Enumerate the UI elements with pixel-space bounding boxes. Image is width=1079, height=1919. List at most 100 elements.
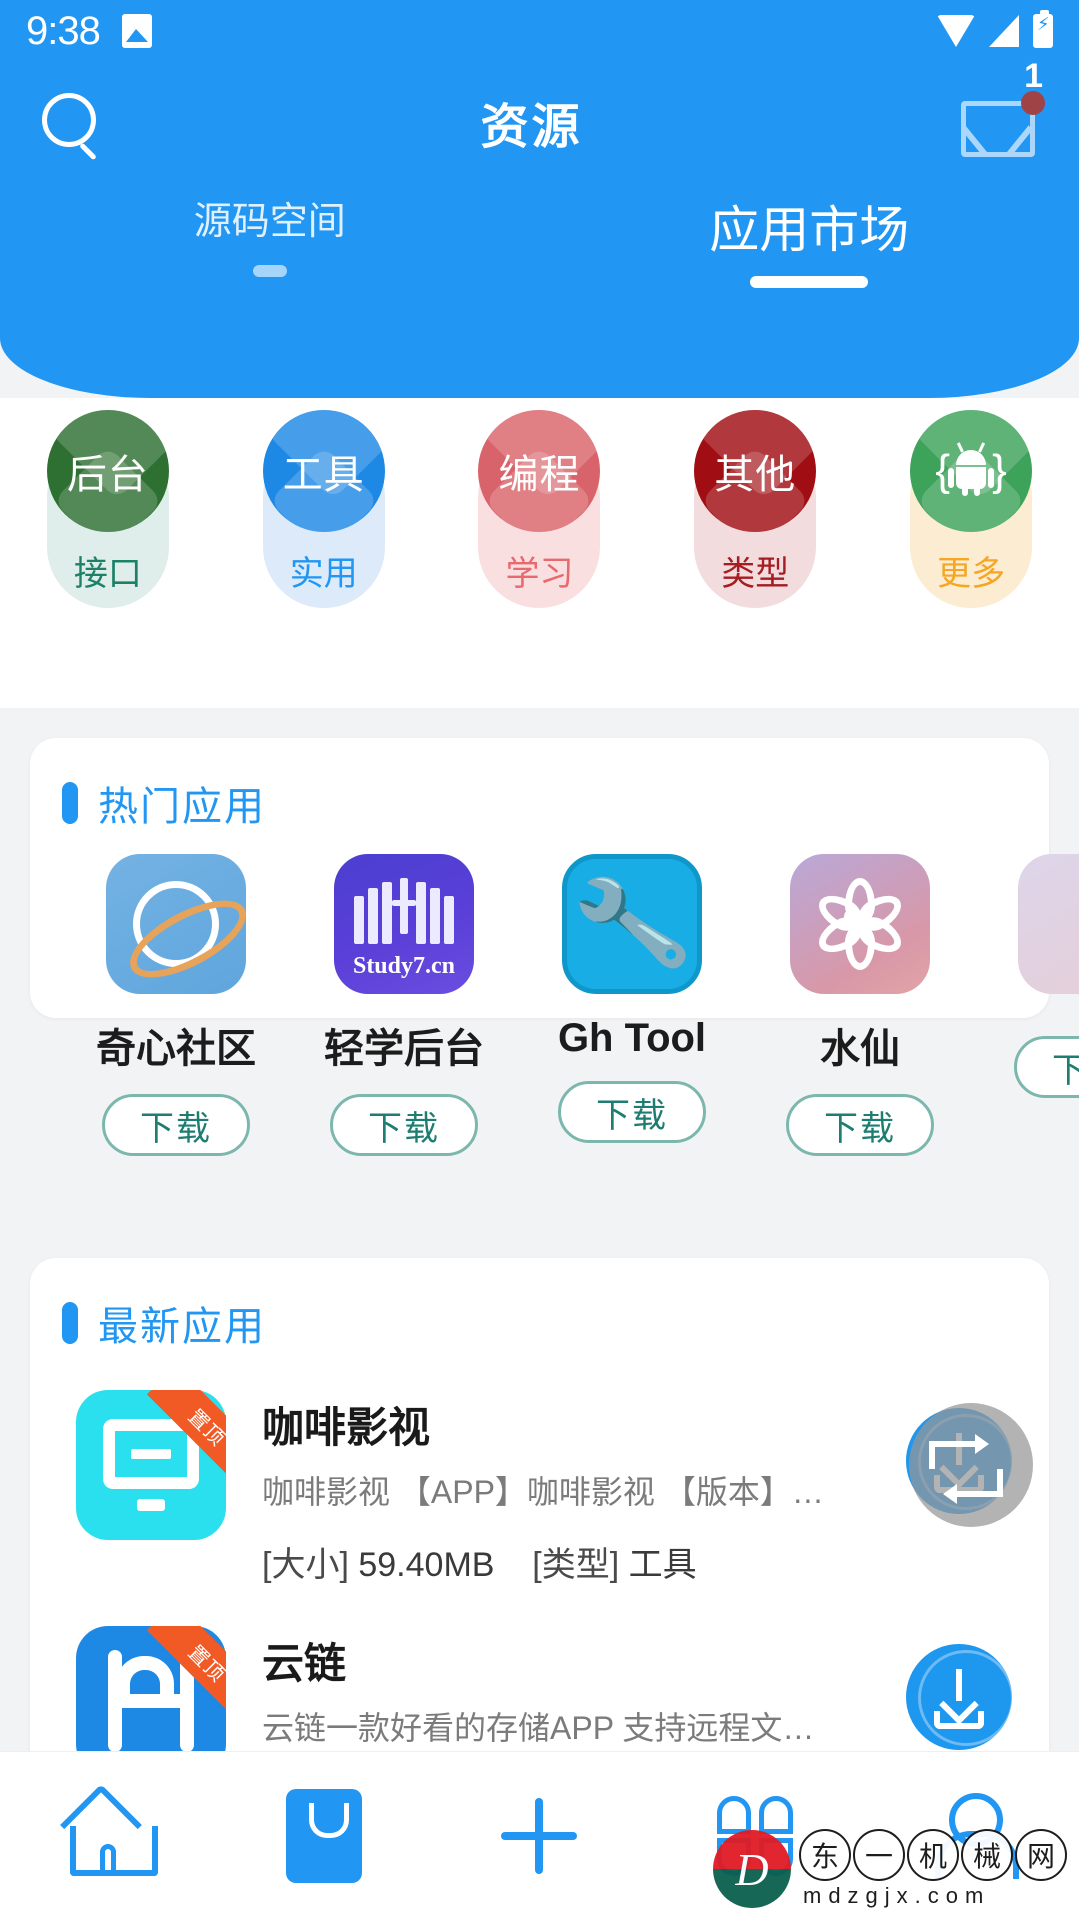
type-value: 工具 [628,1546,697,1584]
book-icon: Study7.cn [334,854,474,994]
download-button[interactable]: 下载 [102,1094,250,1156]
section-marker [62,782,78,824]
hot-apps-row[interactable]: 奇心社区 下载 Study7.cn 轻学后台 下载 🔧 Gh Tool 下载 水… [30,832,1079,1156]
wrench-glyph: 🔧 [568,865,696,983]
android-glyph: { } [935,446,1007,496]
wrench-icon: 🔧 [562,854,702,994]
download-button[interactable]: 下载 [330,1094,478,1156]
tab-indicator-inactive [252,265,287,277]
app-name: 云链 [262,1640,347,1687]
category-label: 实用 [289,555,358,593]
partial-icon [1018,854,1079,994]
orbit-icon [106,854,246,994]
monitor-glyph [103,1419,199,1511]
category-label: 接口 [73,555,142,593]
new-apps-header: 最新应用 [30,1258,1049,1352]
android-icon: { } [910,410,1033,532]
watermark-logo [713,1830,791,1908]
flower-icon [790,854,930,994]
category-label: 学习 [505,555,574,593]
watermark-char: 一 [853,1829,905,1881]
category-badge-tools: 工具 [262,410,385,532]
tab-source-space[interactable]: 源码空间 [0,190,540,277]
download-icon[interactable] [906,1408,1014,1514]
new-apps-title: 最新应用 [98,1305,266,1349]
hot-app-item[interactable]: 奇心社区 下载 [84,854,268,1156]
tab-app-market-label: 应用市场 [709,202,910,258]
status-time: 9:38 [26,8,101,53]
status-bar-left: 9:38 [26,9,152,54]
hot-app-name: 奇心社区 [96,1027,256,1071]
hot-app-item[interactable]: 水仙 下载 [768,854,952,1156]
hot-app-name: 水仙 [820,1027,900,1071]
shopping-bag-icon [285,1788,362,1883]
hot-app-item[interactable]: Study7.cn 轻学后台 下载 [312,854,496,1156]
app-screen: 9:38 资源 1 源码空间 应用市场 [0,0,1079,1919]
blue-header: 9:38 资源 1 源码空间 应用市场 [0,0,1079,398]
download-arrow-glyph [930,1431,988,1493]
hot-app-item-partial[interactable]: 下载 [996,854,1079,1156]
page-title: 资源 [480,101,583,154]
wifi-icon [937,15,975,47]
plus-icon [501,1797,578,1874]
watermark-char: 机 [907,1829,959,1881]
list-item-body: 咖啡影视 咖啡影视 【APP】咖啡影视 【版本】V1.... [大小] 59.4… [226,1390,899,1586]
download-button[interactable]: 下载 [786,1094,934,1156]
tab-indicator-active [750,276,869,288]
category-badge-programming: 编程 [478,410,601,532]
category-badge-text: 工具 [282,453,365,497]
home-icon [66,1796,158,1876]
section-marker [62,1302,78,1344]
download-arrow-glyph [930,1667,988,1729]
app-meta: [大小] 59.40MB [类型] 工具 [262,1537,899,1586]
image-icon [121,14,152,48]
download-button[interactable]: 下载 [1014,1036,1079,1098]
mail-button[interactable]: 1 [960,57,1045,161]
nav-item-home[interactable] [38,1781,178,1891]
hot-apps-header: 热门应用 [30,738,1049,832]
watermark-text: 东 一 机 械 网 mdzgjx.com [799,1829,1067,1909]
category-item-more[interactable]: { } 更多 [910,410,1033,610]
size-key: [大小] [262,1546,349,1584]
category-item-study[interactable]: 编程 学习 [478,410,601,610]
category-label: 更多 [937,555,1006,593]
category-badge-text: 编程 [498,453,581,497]
app-icon-wrap: 置顶 [76,1390,226,1540]
nav-bar: 资源 1 [0,57,1079,182]
hot-app-item[interactable]: 🔧 Gh Tool 下载 [540,854,724,1156]
type-key: [类型] [532,1546,620,1584]
category-item-interface[interactable]: 后台 接口 [46,410,169,610]
app-description: 云链一款好看的存储APP 支持远程文档，… [262,1710,832,1746]
orbit-ring [133,881,219,967]
watermark-char: 东 [799,1829,851,1881]
list-item-action[interactable] [899,1626,1019,1750]
list-item-action[interactable] [899,1390,1019,1514]
watermark-char: 网 [1015,1829,1067,1881]
watermark-chars: 东 一 机 械 网 [799,1829,1067,1881]
list-item[interactable]: 置顶 咖啡影视 咖啡影视 【APP】咖啡影视 【版本】V1.... [大小] 5… [30,1370,1049,1606]
tab-app-market[interactable]: 应用市场 [540,190,1079,288]
nav-item-store[interactable] [254,1781,394,1891]
hot-apps-card: 热门应用 奇心社区 下载 Study7.cn 轻学后台 下载 🔧 Gh Tool… [30,738,1079,1156]
category-item-practical[interactable]: 工具 实用 [262,410,385,610]
android-robot-icon [948,450,995,496]
tab-source-space-label: 源码空间 [193,201,346,243]
chain-glyph [108,1650,194,1752]
category-badge-backend: 后台 [46,410,169,532]
battery-charging-icon [1033,10,1053,48]
category-item-type[interactable]: 其他 类型 [694,410,817,610]
hot-app-name: 轻学后台 [324,1027,484,1071]
search-icon[interactable] [40,91,102,153]
app-name: 咖啡影视 [262,1404,431,1451]
header-tabs: 源码空间 应用市场 [0,190,1079,330]
category-badge-text: 后台 [66,453,149,497]
nav-item-add[interactable] [469,1781,609,1891]
category-row: 后台 接口 工具 实用 编程 学习 其他 类型 {} 更多 [0,410,1079,610]
hot-app-name: Gh Tool [557,1016,707,1060]
monitor-icon [76,1390,226,1540]
app-description: 咖啡影视 【APP】咖啡影视 【版本】V1.... [262,1474,832,1510]
download-icon[interactable] [906,1644,1014,1750]
download-button[interactable]: 下载 [558,1081,706,1143]
category-badge-text: 其他 [714,453,797,497]
category-badge-other: 其他 [694,410,817,532]
